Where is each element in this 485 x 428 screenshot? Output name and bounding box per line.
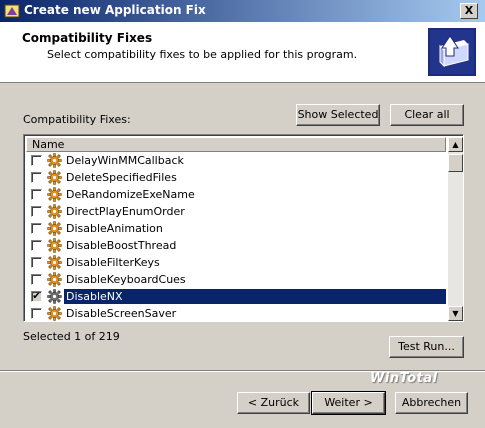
window-title: Create new Application Fix <box>24 3 206 17</box>
list-item[interactable]: DelayWinMMCallback <box>26 152 446 169</box>
fix-name: DeleteSpecifiedFiles <box>66 171 177 184</box>
gear-icon <box>47 289 62 304</box>
gear-icon <box>47 153 62 168</box>
fix-name: DisableBoostThread <box>66 239 177 252</box>
fix-name: DisableFilterKeys <box>66 256 160 269</box>
clear-all-button[interactable]: Clear all <box>390 104 464 126</box>
fix-checkbox[interactable] <box>31 206 42 217</box>
fix-name: DisableAnimation <box>66 222 163 235</box>
list-item[interactable]: DisableBoostThread <box>26 237 446 254</box>
vertical-scrollbar[interactable]: ▲ ▼ <box>448 137 463 321</box>
application-box-icon <box>428 28 476 76</box>
gear-icon <box>47 255 62 270</box>
fix-name: DisableScreenSaver <box>66 307 177 320</box>
gear-icon <box>47 238 62 253</box>
scroll-thumb[interactable] <box>448 154 463 172</box>
list-item[interactable]: DirectPlayEnumOrder <box>26 203 446 220</box>
list-item[interactable]: DeleteSpecifiedFiles <box>26 169 446 186</box>
back-button[interactable]: < Zurück <box>237 392 310 414</box>
column-header-name[interactable]: Name <box>26 137 446 152</box>
fix-checkbox[interactable] <box>31 172 42 183</box>
wizard-header: Compatibility Fixes Select compatibility… <box>0 22 485 83</box>
fix-checkbox[interactable]: ✔ <box>31 291 42 302</box>
scroll-down-button[interactable]: ▼ <box>448 306 463 321</box>
scroll-up-button[interactable]: ▲ <box>448 137 463 152</box>
compatibility-fixes-label: Compatibility Fixes: <box>23 113 131 126</box>
fix-checkbox[interactable] <box>31 257 42 268</box>
gear-icon <box>47 187 62 202</box>
fix-checkbox[interactable] <box>31 240 42 251</box>
gear-icon <box>47 272 62 287</box>
fix-name: DirectPlayEnumOrder <box>66 205 185 218</box>
list-item[interactable]: DisableAnimation <box>26 220 446 237</box>
list-item[interactable]: DisableKeyboardCues <box>26 271 446 288</box>
fix-checkbox[interactable] <box>31 155 42 166</box>
fix-checkbox[interactable] <box>31 308 42 319</box>
list-item[interactable]: DeRandomizeExeName <box>26 186 446 203</box>
app-fix-icon <box>4 4 20 18</box>
show-selected-button[interactable]: Show Selected <box>296 104 380 126</box>
selection-status: Selected 1 of 219 <box>23 330 120 343</box>
watermark-logo: WinTotal <box>370 371 438 386</box>
gear-icon <box>47 306 62 321</box>
fix-checkbox[interactable] <box>31 274 42 285</box>
fix-name: DisableKeyboardCues <box>66 273 186 286</box>
test-run-button[interactable]: Test Run... <box>389 336 464 358</box>
header-title: Compatibility Fixes <box>22 31 153 45</box>
next-button[interactable]: Weiter > <box>311 391 386 415</box>
fix-checkbox[interactable] <box>31 189 42 200</box>
close-button[interactable]: X <box>460 3 478 19</box>
title-bar[interactable]: Create new Application Fix X <box>0 0 485 22</box>
list-item[interactable]: ✔ DisableNX <box>26 288 446 305</box>
header-subtitle: Select compatibility fixes to be applied… <box>47 48 358 61</box>
gear-icon <box>47 170 62 185</box>
gear-icon <box>47 204 62 219</box>
fix-name: DelayWinMMCallback <box>66 154 184 167</box>
compatibility-fixes-list[interactable]: Name DelayWinMMCallback DeleteSpecifiedFi… <box>23 134 464 322</box>
fix-name: DeRandomizeExeName <box>66 188 195 201</box>
fix-name: DisableNX <box>65 290 124 303</box>
fix-checkbox[interactable] <box>31 223 42 234</box>
list-rows: DelayWinMMCallback DeleteSpecifiedFiles De… <box>26 152 446 321</box>
dialog-window: Create new Application Fix X Compatibili… <box>0 0 485 428</box>
list-item[interactable]: DisableScreenSaver <box>26 305 446 321</box>
list-item[interactable]: DisableFilterKeys <box>26 254 446 271</box>
gear-icon <box>47 221 62 236</box>
cancel-button[interactable]: Abbrechen <box>395 392 468 414</box>
